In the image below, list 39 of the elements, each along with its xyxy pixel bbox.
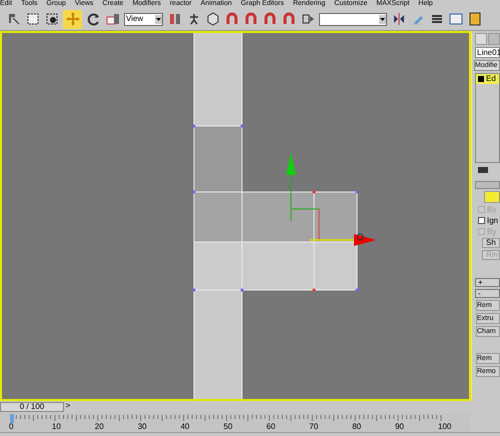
rollout-bar[interactable] <box>475 181 500 189</box>
move-gizmo-drawing[interactable] <box>286 152 376 246</box>
region-select-icon[interactable] <box>25 12 40 26</box>
window-select-icon[interactable] <box>44 12 59 26</box>
frame-counter[interactable]: 0 / 100 <box>0 402 64 412</box>
named-selection-icon[interactable] <box>300 12 315 26</box>
frame-number: 100 <box>438 422 452 431</box>
panel-button[interactable]: Sh <box>482 238 500 248</box>
frame-number: 40 <box>180 422 190 431</box>
scale-icon[interactable] <box>105 12 120 26</box>
percent-magnet-icon[interactable] <box>262 12 277 26</box>
named-selection-dropdown[interactable] <box>319 12 387 26</box>
frame-number: 60 <box>266 422 276 431</box>
frame-number: 90 <box>395 422 404 431</box>
select-arrow-icon[interactable] <box>6 12 21 26</box>
angle-magnet-icon[interactable] <box>243 12 258 26</box>
frame-number: 0 <box>9 422 14 431</box>
rollout-toggle[interactable]: - <box>475 289 500 298</box>
rollout-toggle[interactable]: + <box>475 278 500 287</box>
frame-number: 10 <box>52 422 61 431</box>
reference-coordinate-dropdown[interactable]: View <box>124 12 163 26</box>
checkbox-label: Ign <box>487 216 498 225</box>
checkbox[interactable] <box>478 217 485 224</box>
caret-icon <box>156 18 161 20</box>
frame-number: 70 <box>309 422 318 431</box>
mirror-icon[interactable] <box>391 12 406 26</box>
frame-number: 30 <box>138 422 147 431</box>
viewport[interactable] <box>0 31 471 401</box>
frame-number: 80 <box>352 422 362 431</box>
vertex-mode-icon[interactable] <box>484 191 500 203</box>
timeline-ruler[interactable]: 0 10 20 30 40 50 60 70 80 90 100 <box>0 413 470 432</box>
create-tab-icon[interactable] <box>475 33 488 45</box>
frame-number: 20 <box>94 422 104 431</box>
rotate-icon[interactable] <box>86 12 101 26</box>
frame-number: 50 <box>224 422 232 431</box>
modifier-stack-item[interactable]: Ed <box>476 74 499 84</box>
next-frame-button[interactable]: > <box>64 402 72 412</box>
current-frame-marker[interactable] <box>10 414 14 423</box>
caret-icon <box>380 18 385 20</box>
